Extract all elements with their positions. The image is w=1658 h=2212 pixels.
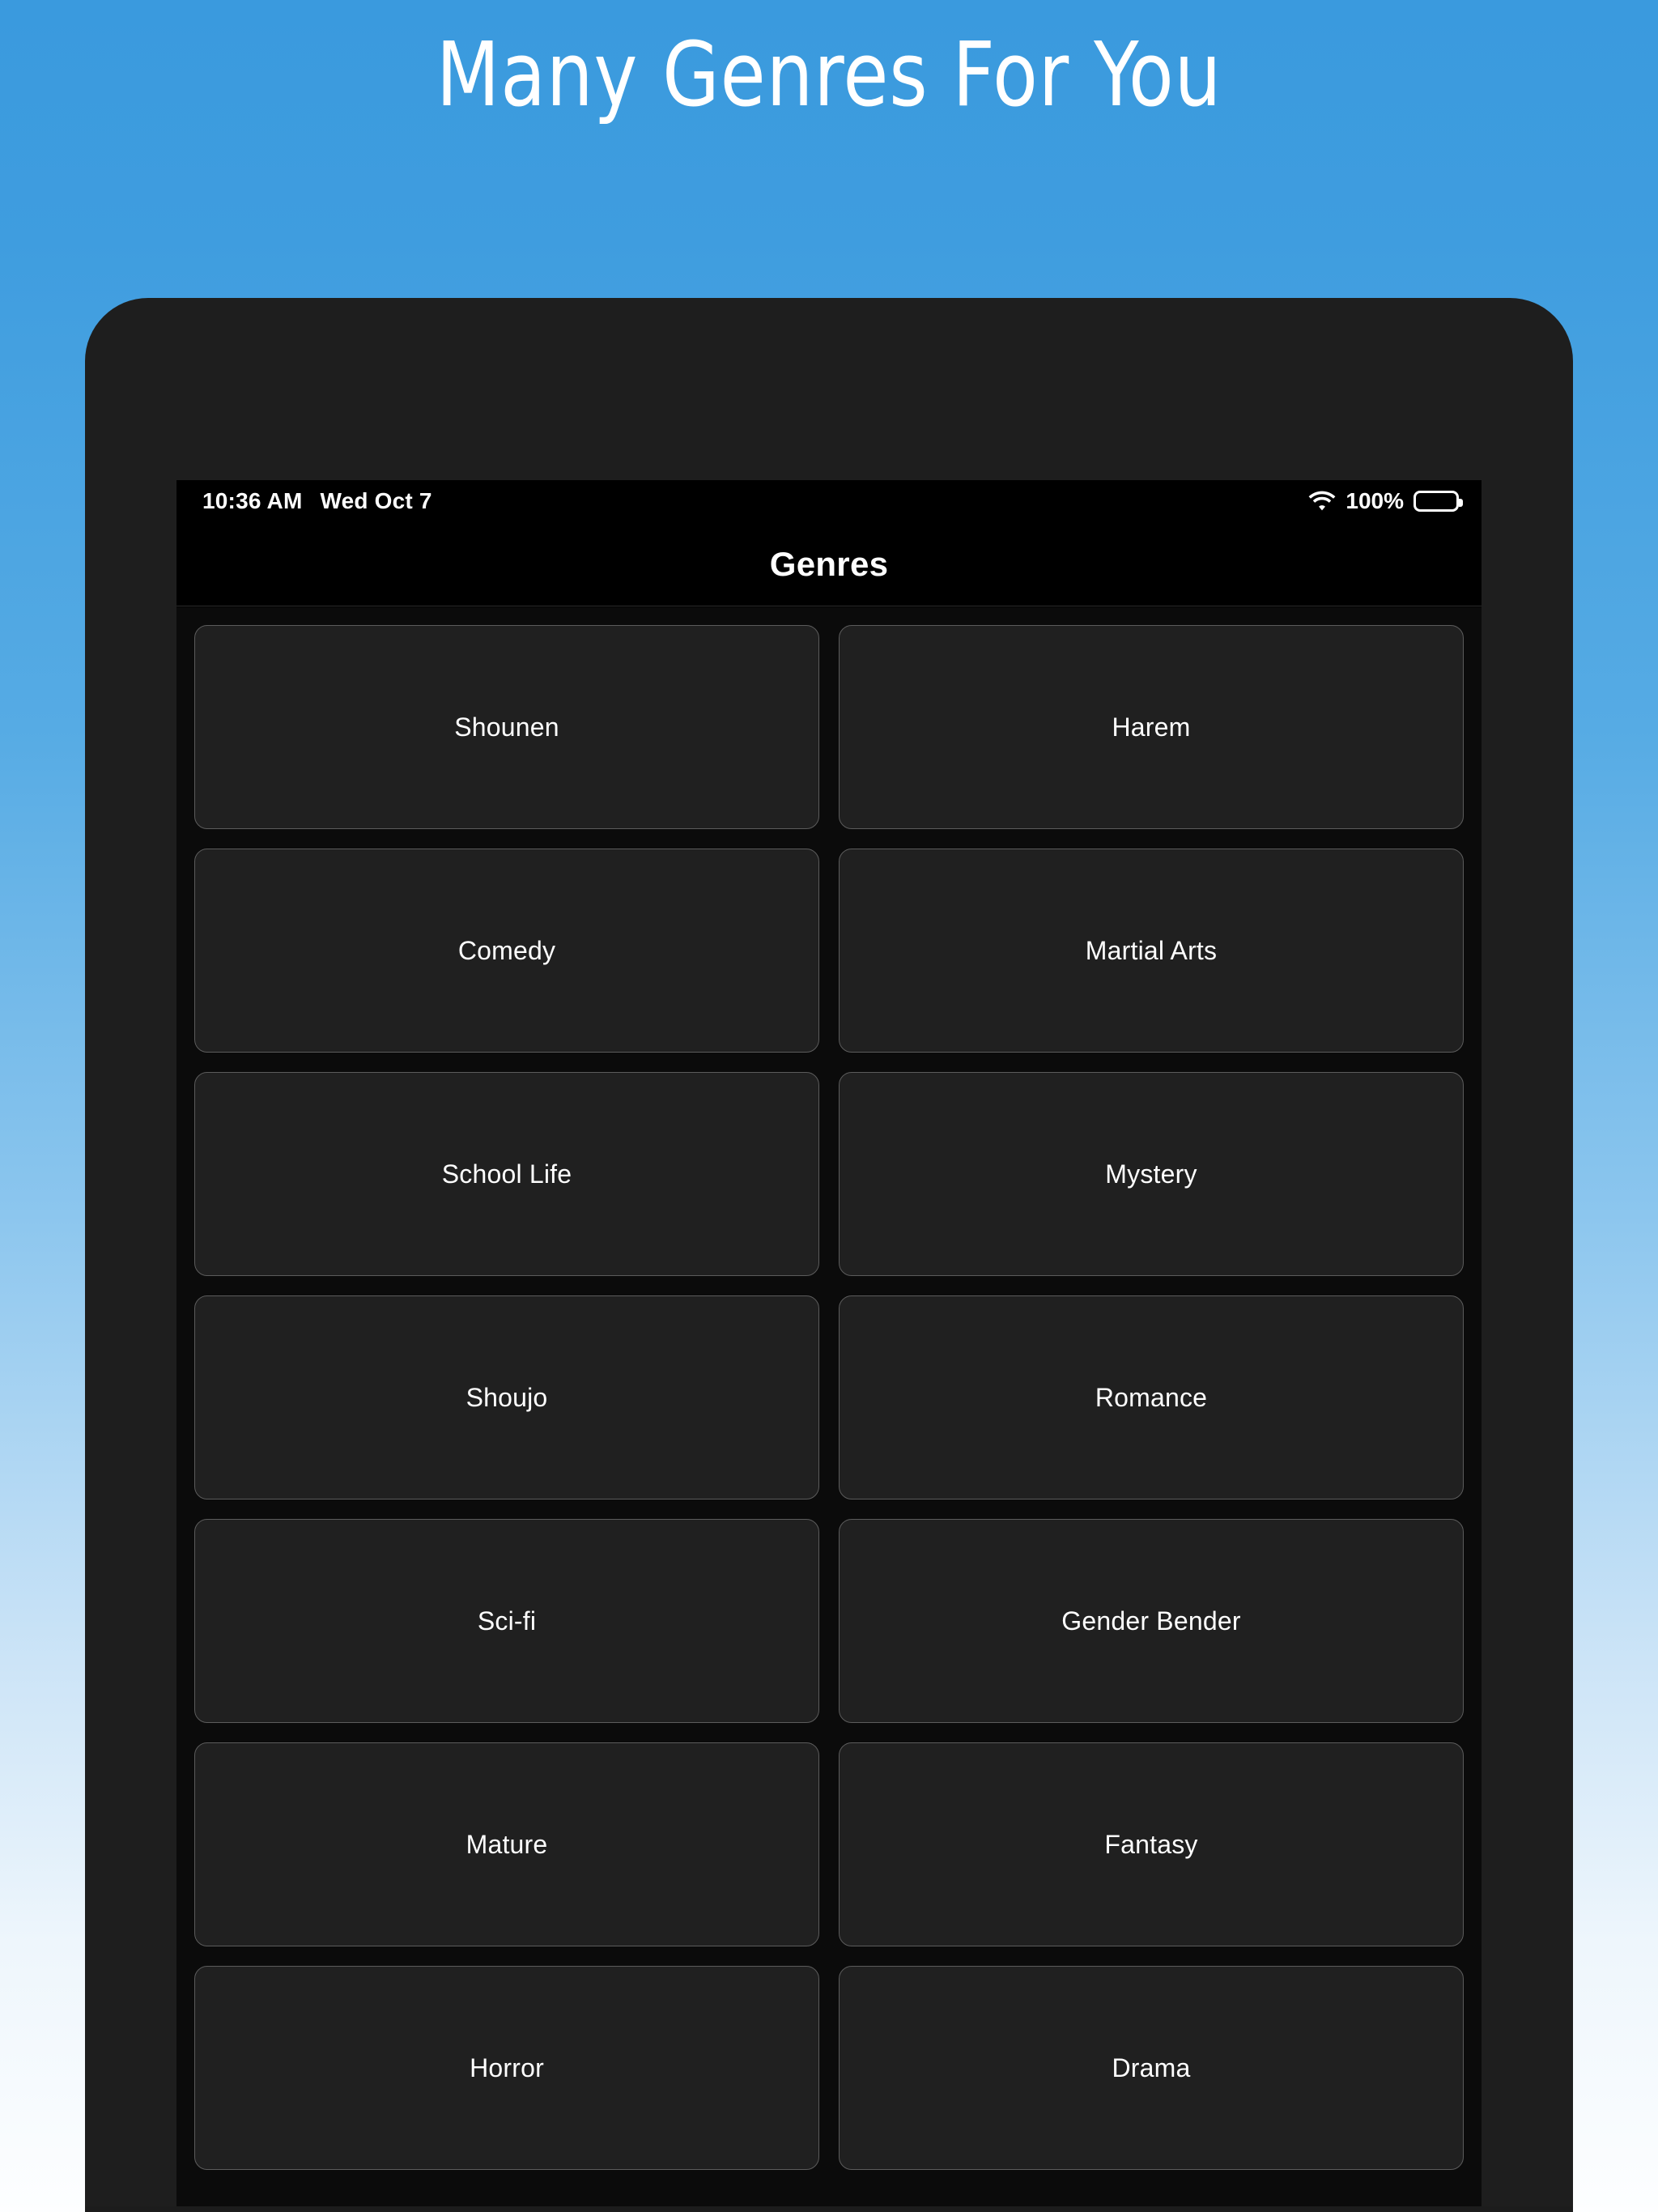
genre-card[interactable]: Romance — [839, 1295, 1464, 1499]
genre-card[interactable]: Gender Bender — [839, 1519, 1464, 1723]
status-time: 10:36 AM — [202, 488, 303, 513]
promo-headline: Many Genres For You — [436, 23, 1222, 126]
genre-list-scroll[interactable]: Shounen Harem Comedy Martial Arts School Lif… — [176, 607, 1482, 2206]
genre-card-label: Sci-fi — [477, 1606, 537, 1636]
bottom-tab-bar: HomeGenresSearchYour BooksMenu — [85, 2206, 1573, 2212]
genre-card-label: Fantasy — [1104, 1829, 1198, 1859]
genre-card-label: Comedy — [457, 935, 556, 965]
genre-card-label: Drama — [1112, 2052, 1191, 2082]
app-screen: 10:36 AM Wed Oct 7 100% Genres Shounen H… — [176, 480, 1482, 2212]
status-bar: 10:36 AM Wed Oct 7 100% — [176, 480, 1482, 522]
page-title: Genres — [769, 544, 889, 583]
nav-bar: Genres — [176, 522, 1482, 606]
genre-grid: Shounen Harem Comedy Martial Arts School Lif… — [176, 607, 1482, 2170]
genre-card[interactable]: School Life — [194, 1072, 819, 1276]
battery-full-icon — [1414, 491, 1463, 512]
genre-card[interactable]: Mature — [194, 1742, 819, 1946]
genre-card-label: School Life — [441, 1159, 572, 1189]
genre-card[interactable]: Horror — [194, 1966, 819, 2170]
genre-card-label: Gender Bender — [1061, 1606, 1241, 1636]
genre-card[interactable]: Martial Arts — [839, 849, 1464, 1053]
genre-card[interactable]: Shoujo — [194, 1295, 819, 1499]
genre-card[interactable]: Fantasy — [839, 1742, 1464, 1946]
promo-screenshot: Many Genres For You 10:36 AM Wed Oct 7 1… — [0, 0, 1658, 2212]
status-date: Wed Oct 7 — [320, 488, 432, 513]
status-bar-left: 10:36 AM Wed Oct 7 — [202, 488, 432, 514]
genre-card-label: Mystery — [1105, 1159, 1197, 1189]
genre-card[interactable]: Shounen — [194, 625, 819, 829]
genre-card-label: Martial Arts — [1085, 935, 1218, 965]
genre-card-label: Horror — [470, 2052, 544, 2082]
genre-card[interactable]: Harem — [839, 625, 1464, 829]
genre-card[interactable]: Comedy — [194, 849, 819, 1053]
tablet-device-frame: 10:36 AM Wed Oct 7 100% Genres Shounen H… — [85, 298, 1573, 2212]
status-bar-right: 100% — [1308, 488, 1463, 514]
genre-card[interactable]: Mystery — [839, 1072, 1464, 1276]
genre-card-label: Shoujo — [466, 1382, 548, 1412]
genre-card-label: Shounen — [454, 712, 559, 742]
wifi-icon — [1308, 491, 1336, 512]
genre-card[interactable]: Drama — [839, 1966, 1464, 2170]
genre-card[interactable]: Sci-fi — [194, 1519, 819, 1723]
battery-percent: 100% — [1346, 488, 1404, 513]
genre-card-label: Romance — [1095, 1382, 1208, 1412]
genre-card-label: Harem — [1112, 712, 1191, 742]
genre-card-label: Mature — [466, 1829, 548, 1859]
